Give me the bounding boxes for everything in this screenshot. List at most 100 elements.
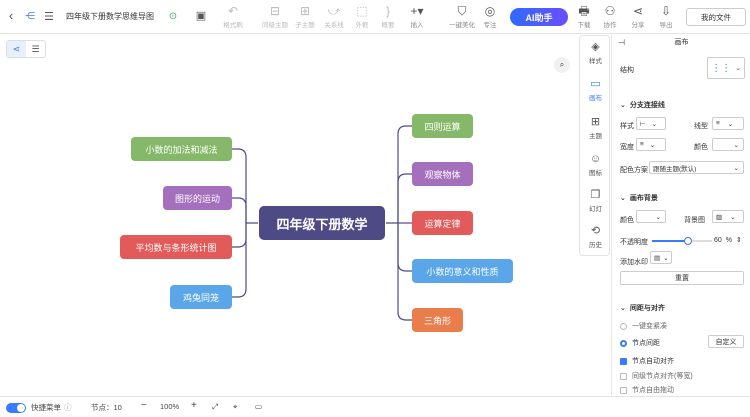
line-type-select[interactable]: ≡ ⌄ <box>712 117 744 130</box>
locate-icon[interactable]: ⌖ <box>233 402 237 412</box>
line-style-label: 样式 <box>620 123 634 130</box>
topic-right-5[interactable]: 三角形 <box>412 308 463 332</box>
tab-theme[interactable]: ⊞ 主题 <box>580 116 611 140</box>
shortcut-menu-label: 快捷菜单 ⓘ <box>31 402 72 413</box>
tab-history[interactable]: ⟲ 历史 <box>580 225 611 249</box>
structure-icon: ⋮⋮ <box>711 62 732 74</box>
chevron-down-icon: ⌄ <box>733 141 739 149</box>
sibling-topic-button[interactable]: ⊟ 同级主题 <box>260 4 290 30</box>
opacity-value[interactable]: 60% ⇕ <box>714 236 742 245</box>
custom-spacing-button[interactable]: 自定义 <box>708 335 744 348</box>
watermark-select[interactable]: ▤ ⌄ <box>650 251 672 264</box>
collapse-panel-icon[interactable]: ⊣ <box>618 38 625 47</box>
chevron-down-icon: ⌄ <box>733 164 739 172</box>
style-icon: ◈ <box>591 41 600 53</box>
root-topic[interactable]: 四年级下册数学 <box>259 206 385 240</box>
topic-left-4[interactable]: 鸡兔同笼 <box>170 285 232 309</box>
chevron-down-icon: ⌄ <box>735 65 741 72</box>
relation-line-icon: ⤻ <box>327 4 341 18</box>
outline-view-icon[interactable]: ☰ <box>26 41 45 57</box>
connector-left-1 <box>232 148 258 224</box>
bg-image-select[interactable]: ▨ ⌄ <box>712 210 744 223</box>
connector-right-1 <box>386 125 412 224</box>
document-title[interactable]: 四年级下册数学思维导图 <box>66 11 154 22</box>
connector-right-4 <box>397 223 412 272</box>
zoom-out-icon[interactable]: − <box>141 400 147 411</box>
zoom-level[interactable]: 100% <box>160 402 179 411</box>
chevron-down-icon: ⌄ <box>620 305 626 312</box>
beautify-icon: ⛉ <box>457 4 467 18</box>
tab-style[interactable]: ◈ 样式 <box>580 41 611 65</box>
topic-right-1[interactable]: 四则运算 <box>412 114 473 138</box>
line-style-select[interactable]: ⊢ ⌄ <box>636 117 666 130</box>
topic-left-3[interactable]: 平均数与条形统计图 <box>120 235 232 259</box>
topic-left-2[interactable]: 图形的运动 <box>163 186 232 210</box>
color-scheme-select[interactable]: 跟随主题(默认) ⌄ <box>649 161 744 174</box>
bg-image-label: 背景图 <box>684 217 705 224</box>
same-level-checkbox[interactable] <box>620 372 627 380</box>
download-button[interactable]: 🖶 下载 <box>574 4 594 30</box>
focus-button[interactable]: ◎ 专注 <box>480 4 500 30</box>
insert-button[interactable]: +▾ 插入 <box>404 4 430 30</box>
opacity-slider-handle[interactable] <box>684 237 692 245</box>
free-drag-checkbox[interactable] <box>620 386 627 394</box>
slides-icon: ❐ <box>590 189 601 201</box>
structure-select[interactable]: ⋮⋮ ⌄ <box>707 57 745 79</box>
topic-right-4[interactable]: 小数的意义和性质 <box>412 259 513 283</box>
minimap-icon[interactable]: ▭ <box>255 402 262 411</box>
panel-header: ⊣ 画布 <box>618 37 689 47</box>
beautify-button[interactable]: ⛉ 一键美化 <box>446 4 478 30</box>
topic-left-1[interactable]: 小数的加法和减法 <box>131 137 232 161</box>
summary-button[interactable]: } 概要 <box>376 4 400 30</box>
compact-option[interactable]: 一键变紧凑 <box>620 321 667 331</box>
help-icon[interactable]: ⓘ <box>64 402 72 413</box>
line-color-select[interactable]: ⌄ <box>712 138 744 151</box>
auto-align-checkbox[interactable] <box>620 357 627 365</box>
opacity-slider[interactable] <box>652 237 712 245</box>
auto-align-option[interactable]: 节点自动对齐 <box>620 356 674 366</box>
saved-check-icon: ⊙ <box>168 11 178 22</box>
share-button[interactable]: ⋖ 分享 <box>628 4 648 30</box>
compact-radio[interactable] <box>620 322 627 330</box>
save-icon[interactable]: ▣ <box>194 9 208 23</box>
format-brush-button[interactable]: ↶ 格式刷 <box>220 4 246 30</box>
topic-right-2[interactable]: 观察物体 <box>412 162 473 186</box>
fit-screen-icon[interactable]: ⤢ <box>212 402 218 412</box>
spacing-section-title[interactable]: ⌄ 间距与对齐 <box>620 303 665 313</box>
back-icon[interactable]: ‹ <box>4 9 18 23</box>
shortcut-menu-toggle[interactable] <box>6 403 26 413</box>
stepper-icon[interactable]: ⇕ <box>736 236 742 244</box>
watermark-icon: ▤ <box>654 254 661 262</box>
relation-line-button[interactable]: ⤻ 关系线 <box>320 4 348 30</box>
top-toolbar: ‹ ⋲ ☰ 四年级下册数学思维导图 ⊙ ▣ ↶ 格式刷 ⊟ 同级主题 ⊞ 子主题 ⤻ 关… <box>0 0 750 34</box>
tab-slides[interactable]: ❐ 幻灯 <box>580 189 611 213</box>
topic-right-3[interactable]: 运算定律 <box>412 211 473 235</box>
node-spacing-radio[interactable] <box>620 339 627 347</box>
tab-icons[interactable]: ☺ 图标 <box>580 153 611 177</box>
ai-assistant-button[interactable]: AI助手 <box>510 8 568 26</box>
opacity-slider-fill <box>652 240 688 242</box>
opacity-label: 不透明度 <box>620 239 648 246</box>
export-button[interactable]: ⇩ 导出 <box>656 4 676 30</box>
collaborate-button[interactable]: ⚇ 协作 <box>600 4 620 30</box>
chevron-down-icon: ⌄ <box>663 254 669 262</box>
same-level-option[interactable]: 同级节点对齐(等宽) <box>620 371 693 381</box>
search-icon[interactable]: ⌕ <box>554 57 570 73</box>
color-scheme-label: 配色方案 <box>620 167 648 174</box>
my-files-button[interactable]: 我的文件 <box>686 8 746 26</box>
node-spacing-option[interactable]: 节点间距 <box>620 338 660 348</box>
bg-section-title[interactable]: ⌄ 画布背景 <box>620 193 658 203</box>
child-topic-button[interactable]: ⊞ 子主题 <box>292 4 318 30</box>
mindmap-canvas[interactable]: ⋖ ☰ ⌕ 四年级下册数学 小数的加法和减法 图形的运动 平均数与条形统计图 鸡… <box>0 35 578 395</box>
branch-section-title[interactable]: ⌄ 分支连接线 <box>620 100 665 110</box>
tab-canvas[interactable]: ▭ 画布 <box>580 78 611 102</box>
boundary-button[interactable]: ⬚ 外框 <box>350 4 374 30</box>
reset-button[interactable]: 重置 <box>620 271 744 285</box>
zoom-in-icon[interactable]: + <box>191 400 197 411</box>
bg-color-select[interactable]: ⌄ <box>636 210 666 223</box>
mindmap-view-icon[interactable]: ⋖ <box>7 41 26 57</box>
menu-icon[interactable]: ☰ <box>42 10 56 24</box>
line-width-select[interactable]: ≡ ⌄ <box>636 138 666 151</box>
bg-color-label: 颜色 <box>620 217 634 224</box>
free-drag-option[interactable]: 节点自由拖动 <box>620 385 674 395</box>
